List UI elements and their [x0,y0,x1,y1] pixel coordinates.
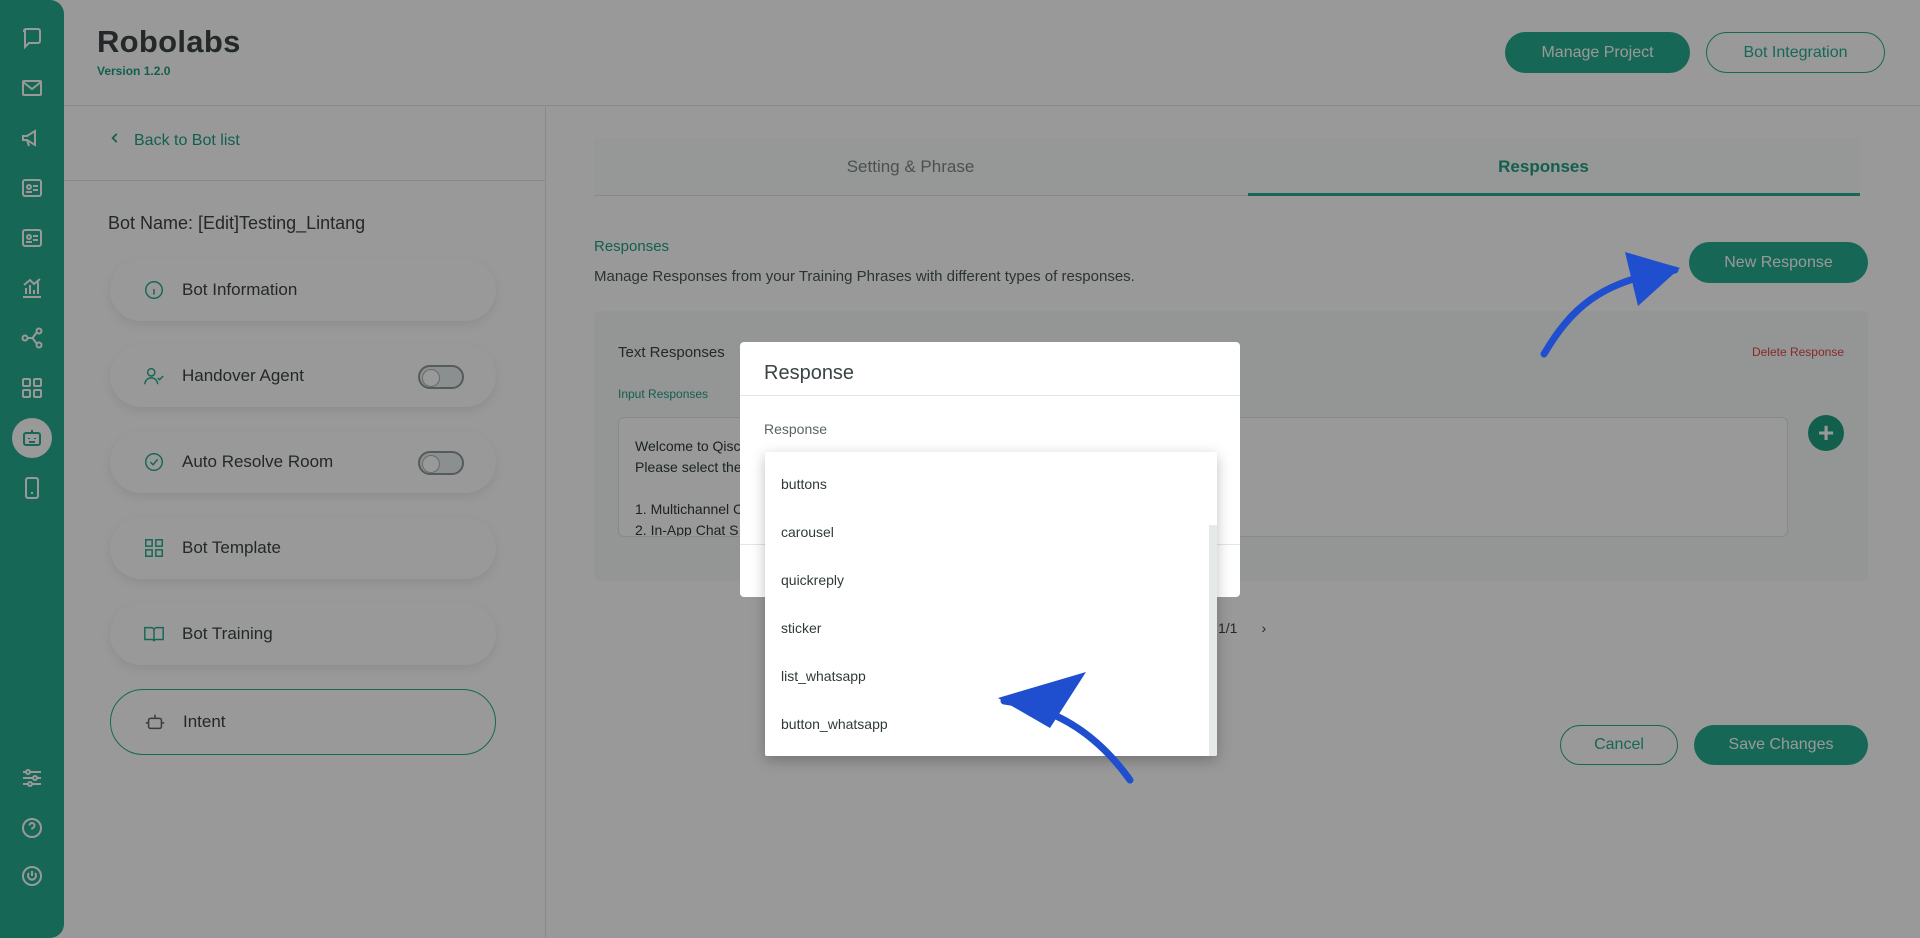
response-field-label: Response [764,421,828,437]
dropdown-option-quickreply[interactable]: quickreply [781,572,844,588]
divider [740,395,1240,396]
modal-title: Response [764,362,855,384]
annotation-arrow-icon [998,672,1134,784]
dropdown-scrollbar[interactable] [1209,525,1217,756]
dropdown-option-buttons[interactable]: buttons [781,476,827,492]
dropdown-option-sticker[interactable]: sticker [781,620,821,636]
dropdown-option-button-whatsapp[interactable]: button_whatsapp [781,716,888,732]
dropdown-option-carousel[interactable]: carousel [781,524,834,540]
annotation-arrow-icon [1540,252,1680,358]
dropdown-option-list-whatsapp[interactable]: list_whatsapp [781,668,866,684]
